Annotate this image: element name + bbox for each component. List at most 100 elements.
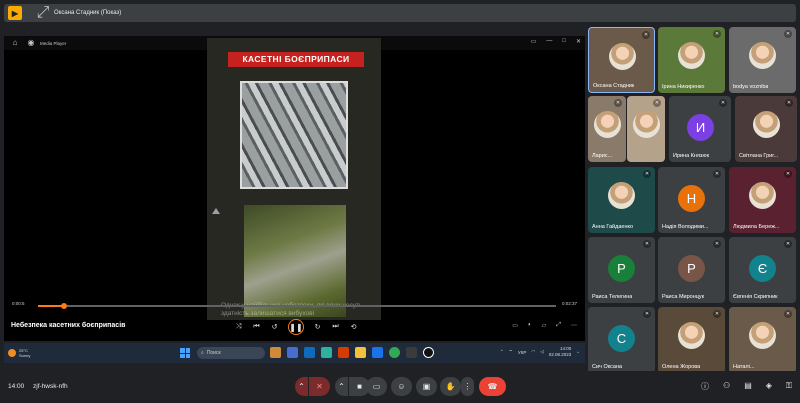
- emoji-button[interactable]: ☺: [391, 377, 412, 396]
- media-player-icon: ◉: [27, 38, 35, 47]
- taskbar-clock[interactable]: 14:00 02.08.2023: [549, 346, 572, 358]
- next-icon[interactable]: ⏭: [331, 323, 340, 331]
- participant-tile[interactable]: Є ✕ Євгенія Скрипник: [729, 237, 796, 303]
- mic-muted-icon: ✕: [785, 99, 793, 107]
- video-frame[interactable]: КАСЕТНІ БОЄПРИПАСИ Однак у найбільшої не…: [207, 38, 381, 320]
- meet-right-icons: ⓘ ⚇ ▤ ◈ ⚿: [701, 381, 792, 392]
- task-view-icon[interactable]: [287, 347, 298, 358]
- app-title: Media Player: [40, 40, 67, 46]
- seek-knob[interactable]: [60, 303, 67, 309]
- participant-name: Олена Жорова: [662, 364, 701, 370]
- host-controls-icon[interactable]: ⚿: [786, 381, 792, 392]
- fullscreen-icon[interactable]: ⤢: [556, 322, 561, 329]
- participant-name: Сич Оксана: [592, 364, 623, 370]
- participant-tile[interactable]: ✕ bodya vozniba: [729, 27, 796, 93]
- home-icon[interactable]: ⌂: [10, 38, 20, 48]
- participant-tile[interactable]: Р ✕ Раиса Телегина: [588, 237, 655, 303]
- mic-muted-icon: ✕: [713, 30, 721, 38]
- mic-muted-icon: ✕: [713, 240, 721, 248]
- store-icon[interactable]: [338, 347, 349, 358]
- meeting-code: zjf-hwsk-nfh: [33, 383, 68, 390]
- taskbar-apps: [270, 347, 434, 358]
- cast-icon[interactable]: ▱: [542, 322, 547, 329]
- taskbar-search[interactable]: ⌕ Поиск: [197, 347, 265, 359]
- notification-icon[interactable]: ◔: [576, 350, 579, 355]
- participant-tile[interactable]: ✕ Людмила Береж...: [729, 167, 796, 233]
- leave-call-button[interactable]: ☎: [479, 377, 506, 396]
- expand-icon[interactable]: ⤢: [36, 4, 50, 21]
- mic-muted-icon: ✕: [784, 170, 792, 178]
- tray-chevron-icon[interactable]: ⌃: [500, 349, 504, 355]
- mic-muted-icon: ✕: [643, 240, 651, 248]
- participant-tile[interactable]: Р ✕ Раиса Миронцук: [658, 237, 725, 303]
- video-title: Небезпека касетних боєприпасів: [11, 322, 126, 329]
- participant-name: Ларис...: [592, 153, 613, 159]
- speaker-icon[interactable]: ◁: [540, 349, 543, 355]
- clock-date: 02.08.2023: [548, 352, 572, 357]
- language-indicator[interactable]: УКР: [518, 350, 526, 355]
- camera-options-button[interactable]: ⌃: [335, 377, 348, 396]
- present-button[interactable]: ▣: [416, 377, 437, 396]
- presentation-logo-icon: ▶: [8, 6, 22, 20]
- teams-icon[interactable]: [304, 347, 315, 358]
- previous-icon[interactable]: ⏮: [252, 323, 261, 331]
- mic-options-button[interactable]: ⌃: [295, 377, 308, 396]
- pip-icon[interactable]: ▭: [531, 38, 537, 45]
- media-player-taskbar-icon[interactable]: [423, 347, 434, 358]
- participant-tile[interactable]: ✕ Анна Гайдаенко: [588, 167, 655, 233]
- participant-avatar: Р: [678, 255, 705, 282]
- total-time: 0:02:37: [561, 301, 577, 306]
- wifi-icon[interactable]: ◠: [531, 349, 535, 355]
- forward-30-icon[interactable]: ↻: [313, 323, 322, 331]
- participant-tile[interactable]: ✕ Ларис...: [588, 96, 626, 162]
- more-options-button[interactable]: ⋮: [461, 377, 474, 396]
- repeat-icon[interactable]: ⟲: [349, 323, 358, 331]
- pause-button[interactable]: ❚❚: [288, 319, 304, 335]
- participant-tile[interactable]: ✕ Олена Жорова: [658, 307, 725, 373]
- word-icon[interactable]: [372, 347, 383, 358]
- participant-tile[interactable]: ✕ Оксана Стадник: [588, 27, 655, 93]
- weather-widget[interactable]: 25°С Sunny: [8, 348, 30, 358]
- participant-tile[interactable]: ✕ Ірина Никиренко: [658, 27, 725, 93]
- mic-off-button[interactable]: ✕: [309, 377, 330, 396]
- participant-photo: [749, 182, 776, 209]
- participant-photo: [594, 111, 621, 138]
- activities-icon[interactable]: ◈: [766, 381, 772, 392]
- participant-tile[interactable]: ✕: [627, 96, 665, 162]
- seek-bar[interactable]: 0:00:5 0:02:37: [8, 301, 581, 311]
- participant-avatar: Є: [749, 255, 776, 282]
- meeting-time: 14:00: [8, 383, 25, 390]
- elapsed-time: 0:00:5: [12, 301, 25, 306]
- more-options-icon[interactable]: ⋯: [571, 322, 577, 329]
- chrome-icon[interactable]: [389, 347, 400, 358]
- raise-hand-button[interactable]: ✋: [440, 377, 461, 396]
- file-explorer-icon[interactable]: [355, 347, 366, 358]
- captions-icon[interactable]: ▭: [512, 322, 518, 329]
- rewind-10-icon[interactable]: ↺: [270, 323, 279, 331]
- participant-tile[interactable]: ✕ Наталі...: [729, 307, 796, 373]
- volume-icon[interactable]: ◐: [528, 322, 532, 329]
- info-icon[interactable]: ⓘ: [701, 381, 709, 392]
- edge-icon[interactable]: [321, 347, 332, 358]
- participant-tile[interactable]: С ✕ Сич Оксана: [588, 307, 655, 373]
- participant-name: Надія Володими...: [662, 224, 709, 230]
- widgets-icon[interactable]: [270, 347, 281, 358]
- network-icon[interactable]: ⌔: [509, 349, 513, 355]
- collapse-icon[interactable]: [212, 208, 220, 214]
- mic-muted-icon: ✕: [614, 99, 622, 107]
- people-icon[interactable]: ⚇: [723, 381, 730, 392]
- seek-track[interactable]: [38, 303, 556, 309]
- participant-tile[interactable]: ✕ Світлана Григ...: [735, 96, 797, 162]
- video-headline: КАСЕТНІ БОЄПРИПАСИ: [228, 52, 364, 67]
- maximize-icon[interactable]: □: [562, 38, 566, 45]
- photos-icon[interactable]: [406, 347, 417, 358]
- shared-screen: ⌂ ◉ Media Player ▭ — □ ✕ КАСЕТНІ БОЄПРИП…: [4, 36, 585, 341]
- chat-icon[interactable]: ▤: [744, 381, 752, 392]
- participant-tile[interactable]: И ✕ Ирина Князюк: [669, 96, 731, 162]
- participant-tile[interactable]: Н ✕ Надія Володими...: [658, 167, 725, 233]
- windows-start-icon[interactable]: [180, 348, 190, 358]
- shuffle-icon[interactable]: ⤨: [234, 323, 243, 331]
- minimize-icon[interactable]: —: [546, 38, 552, 45]
- close-icon[interactable]: ✕: [576, 38, 581, 45]
- captions-button[interactable]: ▭: [366, 377, 387, 396]
